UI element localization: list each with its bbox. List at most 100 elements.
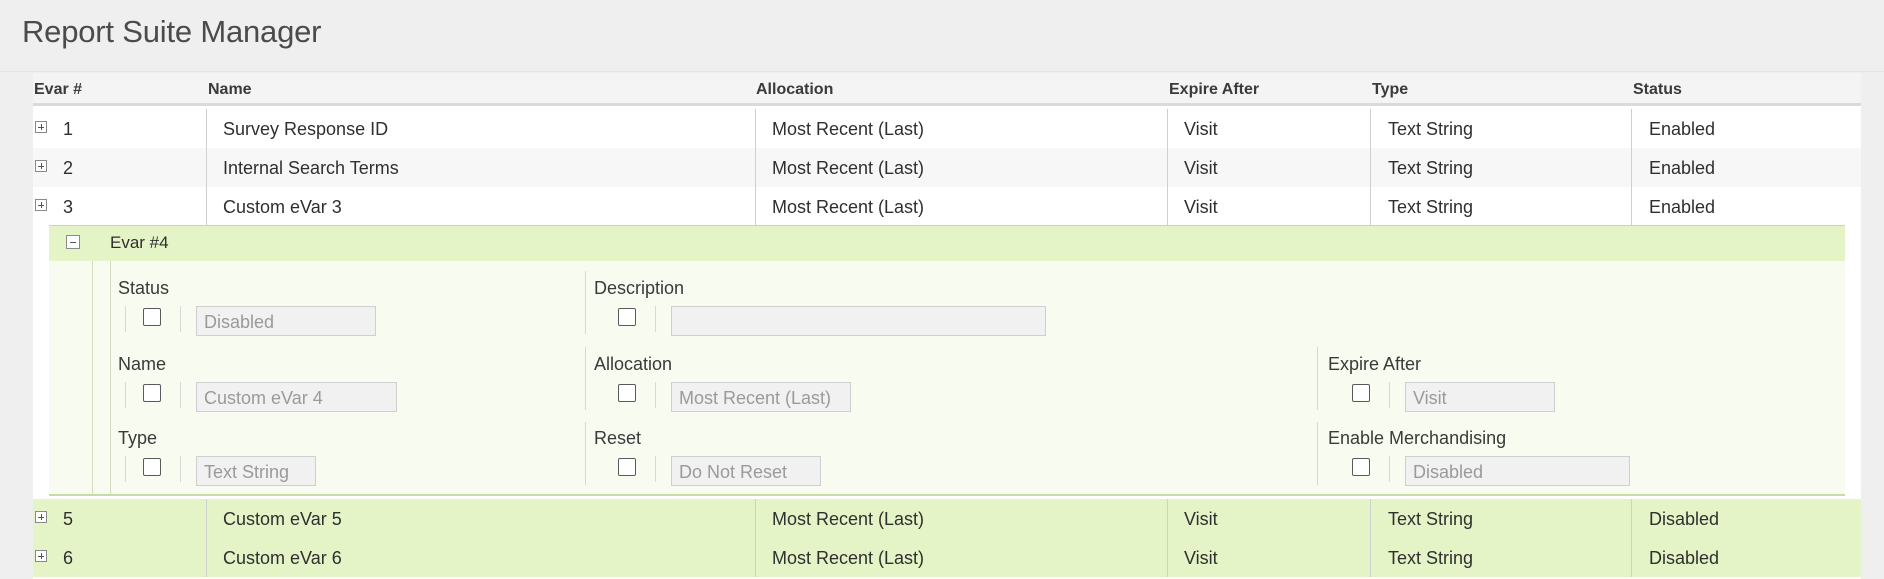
field-separator — [180, 306, 181, 332]
evar-expire: Visit — [1184, 197, 1218, 217]
name-field[interactable]: Custom eVar 4 — [196, 382, 397, 412]
type-label: Type — [118, 428, 158, 448]
collapse-minus-icon[interactable] — [66, 235, 80, 249]
column-divider — [206, 187, 207, 226]
evar-allocation: Most Recent (Last) — [772, 548, 925, 568]
expire-after-checkbox[interactable] — [1352, 384, 1370, 402]
column-divider — [1167, 109, 1168, 148]
field-separator — [125, 456, 126, 482]
field-separator — [1389, 456, 1390, 482]
table-row[interactable]: 6 Custom eVar 6 Most Recent (Last) Visit… — [33, 538, 1861, 577]
evar-type: Text String — [1388, 158, 1474, 178]
status-checkbox[interactable] — [143, 308, 161, 326]
evar-grid: Evar # Name Allocation Expire After Type… — [33, 73, 1861, 579]
column-divider — [206, 109, 207, 148]
column-divider — [755, 187, 756, 226]
table-row[interactable]: 3 Custom eVar 3 Most Recent (Last) Visit… — [33, 187, 1861, 226]
evar-number: 5 — [63, 509, 74, 529]
column-divider — [755, 148, 756, 187]
name-checkbox[interactable] — [143, 384, 161, 402]
col-header-status[interactable]: Status — [1633, 81, 1682, 99]
evar-type: Text String — [1388, 119, 1474, 139]
evar-expire: Visit — [1184, 119, 1218, 139]
merchandising-checkbox[interactable] — [1352, 458, 1370, 476]
evar-detail-title: Evar #4 — [110, 233, 169, 252]
column-divider — [1370, 187, 1371, 226]
description-checkbox[interactable] — [618, 308, 636, 326]
merchandising-field[interactable]: Disabled — [1405, 456, 1630, 486]
field-separator — [655, 306, 656, 332]
field-separator — [585, 347, 586, 410]
col-header-expire-after[interactable]: Expire After — [1169, 81, 1259, 99]
evar-number: 3 — [63, 197, 74, 217]
table-row[interactable]: 1 Survey Response ID Most Recent (Last) … — [33, 109, 1861, 148]
name-label: Name — [118, 354, 167, 374]
column-divider — [1631, 109, 1632, 148]
evar-expire: Visit — [1184, 548, 1218, 568]
column-divider — [1631, 499, 1632, 538]
column-divider — [1167, 148, 1168, 187]
evar-status: Enabled — [1649, 158, 1716, 178]
field-separator — [585, 271, 586, 334]
allocation-checkbox[interactable] — [618, 384, 636, 402]
evar-expire: Visit — [1184, 509, 1218, 529]
evar-allocation: Most Recent (Last) — [772, 119, 925, 139]
evar-number: 2 — [63, 158, 74, 178]
table-row[interactable]: 2 Internal Search Terms Most Recent (Las… — [33, 148, 1861, 187]
description-label: Description — [594, 278, 685, 298]
status-field[interactable]: Disabled — [196, 306, 376, 336]
type-field[interactable]: Text String — [196, 456, 316, 486]
evar-allocation: Most Recent (Last) — [772, 197, 925, 217]
column-divider — [1631, 187, 1632, 226]
evar-detail-header[interactable]: Evar #4 — [49, 226, 1845, 261]
evar-expire: Visit — [1184, 158, 1218, 178]
col-header-allocation[interactable]: Allocation — [756, 81, 833, 99]
grid-header: Evar # Name Allocation Expire After Type… — [33, 73, 1861, 106]
expand-plus-icon[interactable] — [35, 121, 47, 133]
evar-number: 1 — [63, 119, 74, 139]
description-field[interactable] — [671, 306, 1046, 336]
allocation-label: Allocation — [594, 354, 673, 374]
field-separator — [655, 456, 656, 482]
allocation-field[interactable]: Most Recent (Last) — [671, 382, 851, 412]
field-separator — [125, 306, 126, 332]
evar-name: Custom eVar 5 — [223, 509, 342, 529]
column-divider — [206, 148, 207, 187]
expand-plus-icon[interactable] — [35, 160, 47, 172]
merchandising-label: Enable Merchandising — [1328, 428, 1507, 448]
column-divider — [1631, 148, 1632, 187]
type-checkbox[interactable] — [143, 458, 161, 476]
column-divider — [1370, 499, 1371, 538]
reset-checkbox[interactable] — [618, 458, 636, 476]
column-divider — [1370, 148, 1371, 187]
field-separator — [1389, 382, 1390, 408]
column-divider — [1167, 538, 1168, 577]
field-separator — [180, 456, 181, 482]
expand-plus-icon[interactable] — [35, 550, 47, 562]
field-separator — [1317, 422, 1318, 485]
evar-number: 6 — [63, 548, 74, 568]
column-divider — [755, 538, 756, 577]
expand-plus-icon[interactable] — [35, 511, 47, 523]
field-separator — [1317, 347, 1318, 410]
col-header-evar-num[interactable]: Evar # — [34, 81, 82, 99]
col-header-name[interactable]: Name — [208, 81, 252, 99]
evar-detail-panel: Evar #4 Status Disabled Description Name… — [49, 225, 1845, 496]
page-title: Report Suite Manager — [22, 14, 322, 49]
expire-after-label: Expire After — [1328, 354, 1422, 374]
expand-plus-icon[interactable] — [35, 199, 47, 211]
column-divider — [1631, 538, 1632, 577]
reset-field[interactable]: Do Not Reset — [671, 456, 821, 486]
evar-allocation: Most Recent (Last) — [772, 158, 925, 178]
field-separator — [655, 382, 656, 408]
column-divider — [206, 499, 207, 538]
field-separator — [585, 422, 586, 485]
evar-status: Enabled — [1649, 197, 1716, 217]
expire-after-field[interactable]: Visit — [1405, 382, 1555, 412]
col-header-type[interactable]: Type — [1372, 81, 1408, 99]
status-label: Status — [118, 278, 170, 298]
detail-indent-line — [110, 261, 111, 494]
table-row[interactable]: 5 Custom eVar 5 Most Recent (Last) Visit… — [33, 499, 1861, 538]
evar-status: Disabled — [1649, 509, 1720, 529]
evar-type: Text String — [1388, 548, 1474, 568]
